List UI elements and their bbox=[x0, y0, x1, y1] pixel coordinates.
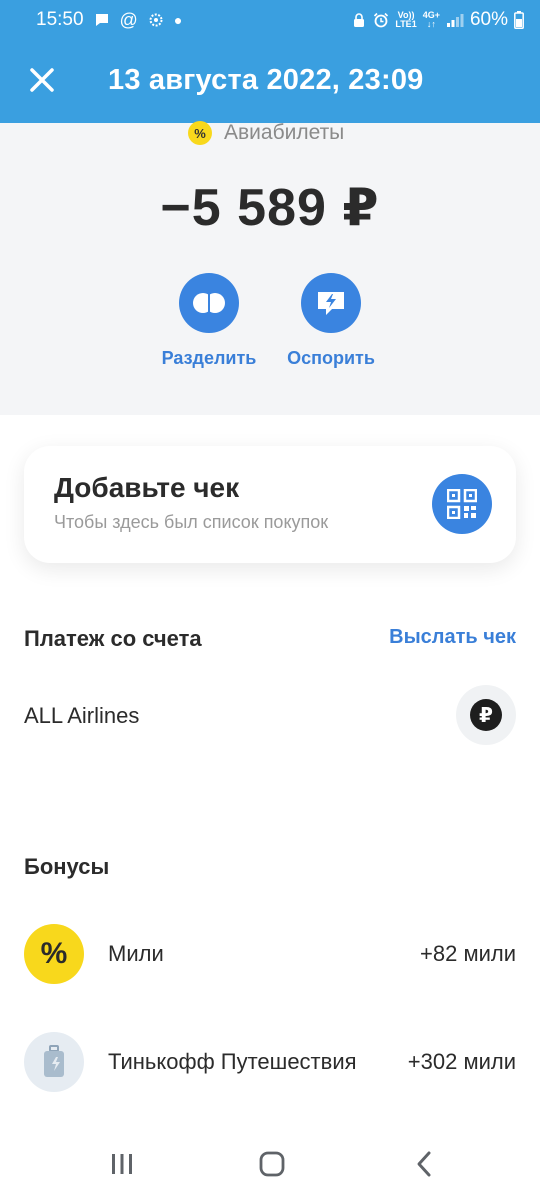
receipt-subtitle: Чтобы здесь был список покупок bbox=[54, 512, 329, 532]
close-icon bbox=[30, 68, 54, 92]
recents-icon bbox=[112, 1154, 132, 1174]
message-icon bbox=[95, 14, 108, 26]
bonus-value: +82 мили bbox=[420, 941, 516, 966]
transaction-summary: % Авиабилеты −5 589 ₽ Разделить Оспорить bbox=[0, 121, 540, 415]
header-title: 13 августа 2022, 23:09 bbox=[108, 64, 424, 96]
percent-icon: % bbox=[24, 924, 84, 984]
merchant-name: ALL Airlines bbox=[24, 703, 140, 728]
alarm-icon bbox=[374, 12, 389, 28]
dispute-button[interactable]: Оспорить bbox=[261, 273, 401, 369]
recents-button[interactable] bbox=[102, 1148, 142, 1180]
home-icon bbox=[259, 1151, 285, 1177]
back-button[interactable] bbox=[404, 1148, 444, 1180]
bonus-name: Мили bbox=[108, 941, 164, 966]
battery-percent: 60% bbox=[469, 9, 508, 30]
at-icon: @ bbox=[119, 9, 138, 30]
split-button-circle[interactable] bbox=[179, 273, 239, 333]
network-type: 4G+ ↓↑ bbox=[422, 10, 440, 29]
split-icon bbox=[193, 291, 225, 315]
lock-icon bbox=[354, 13, 365, 27]
add-receipt-card[interactable]: Добавьте чек Чтобы здесь был список поку… bbox=[24, 446, 516, 563]
back-icon bbox=[417, 1151, 431, 1177]
volte-indicator: Vo)) LTE1 bbox=[395, 10, 417, 29]
bonus-value: +302 мили bbox=[407, 1049, 516, 1074]
split-label: Разделить bbox=[161, 348, 257, 368]
percent-glyph: % bbox=[40, 937, 68, 970]
settings-icon bbox=[149, 13, 163, 27]
send-receipt-link[interactable]: Выслать чек bbox=[389, 626, 516, 649]
signal-icon bbox=[446, 14, 464, 27]
system-nav-bar bbox=[0, 1130, 540, 1200]
category[interactable]: % Авиабилеты bbox=[188, 121, 344, 145]
ruble-account-icon: ₽ bbox=[470, 699, 502, 731]
account-button[interactable]: ₽ bbox=[456, 685, 516, 745]
category-label: Авиабилеты bbox=[224, 121, 345, 144]
qr-code-icon bbox=[447, 489, 477, 519]
bonuses-section-title: Бонусы bbox=[24, 854, 110, 879]
receipt-title: Добавьте чек bbox=[54, 472, 240, 503]
dispute-icon bbox=[318, 292, 344, 315]
split-button[interactable]: Разделить bbox=[139, 273, 279, 369]
app-header: 13 августа 2022, 23:09 bbox=[0, 40, 540, 123]
percent-icon: % bbox=[188, 121, 212, 145]
dispute-button-circle[interactable] bbox=[301, 273, 361, 333]
suitcase-glyph bbox=[44, 1045, 64, 1077]
bonus-name: Тинькофф Путешествия bbox=[108, 1049, 357, 1074]
bonus-row-miles[interactable]: % Мили +82 мили bbox=[24, 924, 516, 984]
transaction-amount: −5 589 ₽ bbox=[160, 179, 380, 237]
status-time: 15:50 bbox=[36, 9, 84, 30]
home-button[interactable] bbox=[252, 1148, 292, 1180]
suitcase-icon bbox=[24, 1032, 84, 1092]
dot-icon: ● bbox=[173, 12, 183, 28]
dispute-label: Оспорить bbox=[287, 348, 375, 368]
battery-icon bbox=[514, 11, 524, 29]
status-bar: 15:50 @ ● Vo)) LTE1 4G+ ↓↑ 60% bbox=[0, 0, 540, 40]
close-button[interactable] bbox=[22, 60, 62, 100]
bonus-row-travel[interactable]: Тинькофф Путешествия +302 мили bbox=[24, 1032, 516, 1092]
payment-section-title: Платеж со счета bbox=[24, 626, 202, 651]
scan-qr-button[interactable] bbox=[432, 474, 492, 534]
